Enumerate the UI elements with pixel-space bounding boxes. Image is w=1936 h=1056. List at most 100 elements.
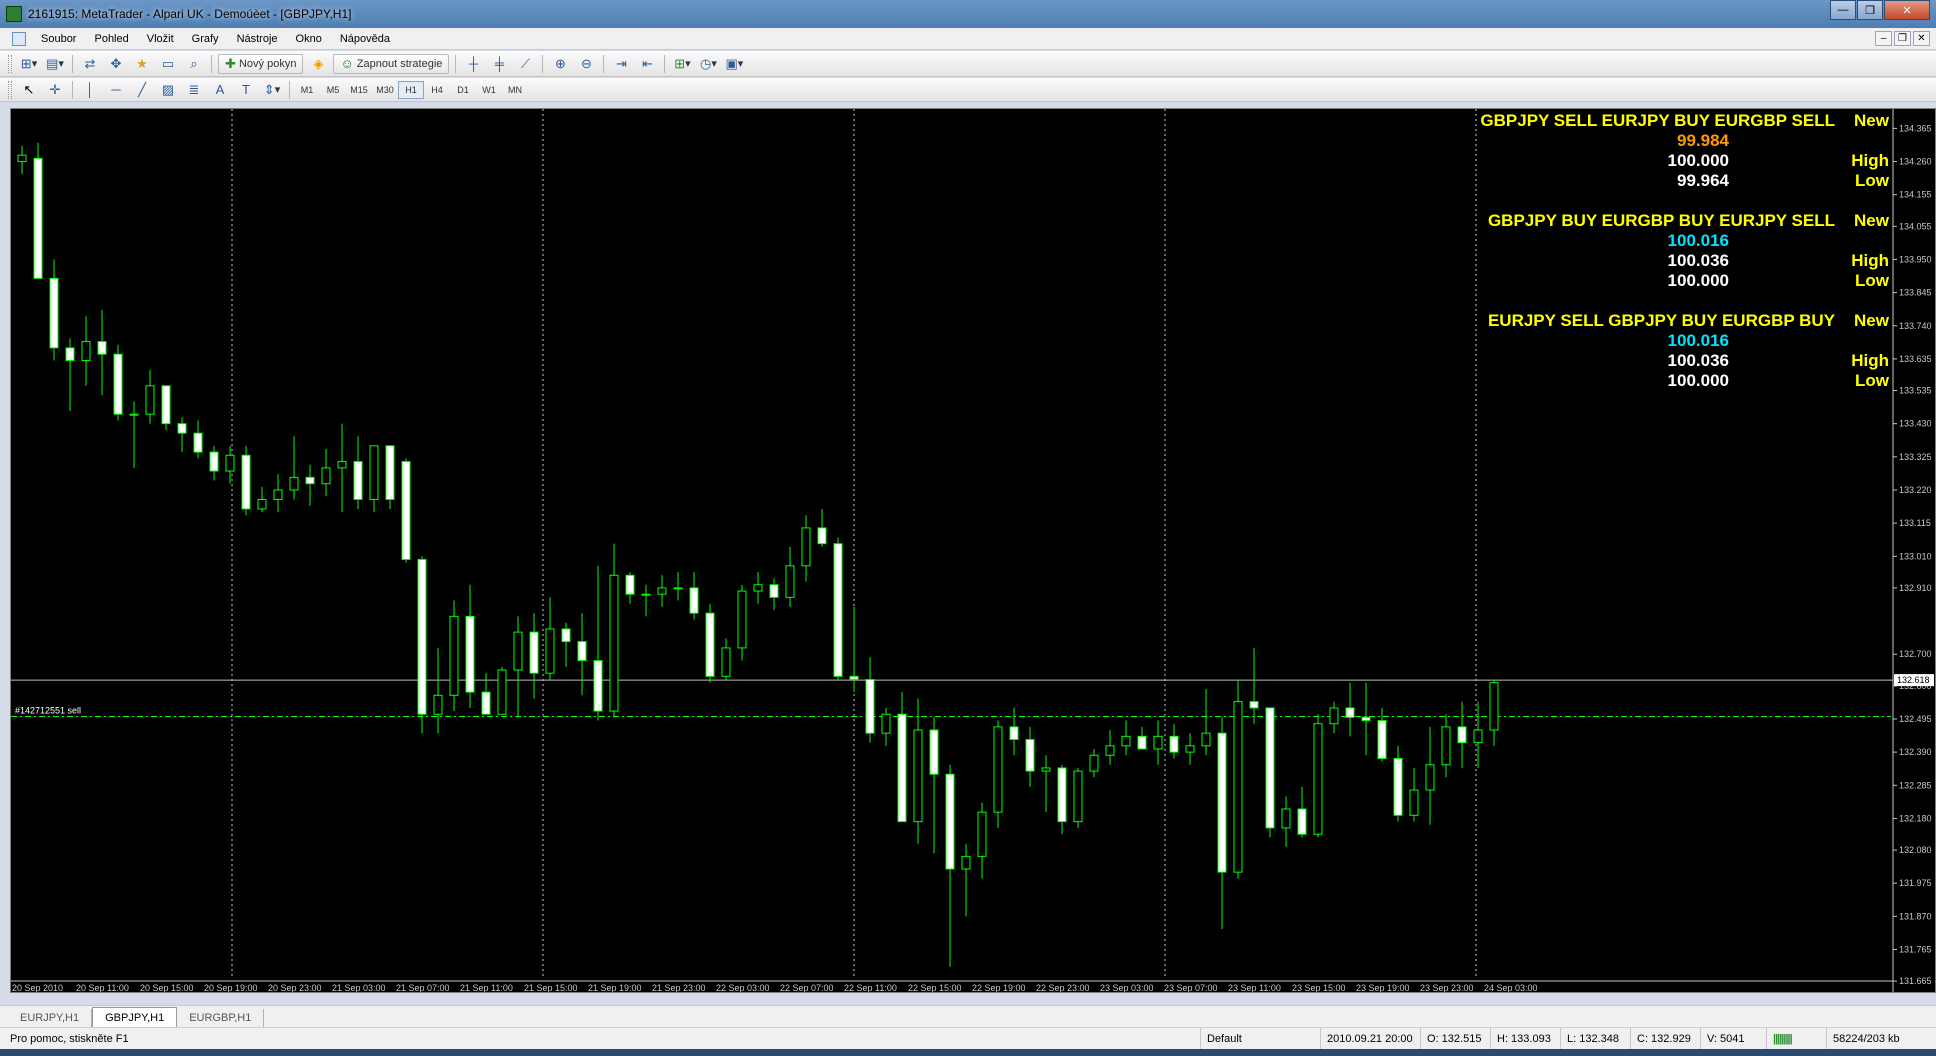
basket-1-current: 99.984 bbox=[1677, 131, 1729, 150]
time-tick-label: 20 Sep 15:00 bbox=[140, 983, 194, 992]
status-profile[interactable]: Default bbox=[1200, 1028, 1320, 1050]
new-order-button[interactable]: ✚ Nový pokyn bbox=[218, 53, 304, 74]
bull-candle bbox=[977, 811, 987, 857]
channel-icon: ▨ bbox=[161, 81, 175, 97]
crosshair-button[interactable]: ✛ bbox=[44, 80, 66, 100]
status-volume: V: 5041 bbox=[1700, 1028, 1766, 1050]
chart-area[interactable]: 134.365 134.260 134.155 134.055 133.950 133.8… bbox=[10, 108, 1936, 993]
menu-vlozit[interactable]: Vložit bbox=[138, 33, 183, 45]
chart-window-icon[interactable] bbox=[12, 31, 26, 46]
indicators-button[interactable]: ⊞ ▾ bbox=[671, 54, 693, 74]
bear-candle bbox=[705, 612, 715, 677]
status-open: O: 132.515 bbox=[1420, 1028, 1490, 1050]
horizontal-line-button[interactable]: ─ bbox=[105, 80, 127, 100]
timeframe-m1[interactable]: M1 bbox=[294, 81, 320, 99]
arrows-button[interactable]: ⇕ ▾ bbox=[261, 80, 283, 100]
mdi-minimize-button[interactable]: – bbox=[1875, 31, 1892, 46]
maximize-button[interactable]: ❐ bbox=[1857, 0, 1883, 20]
timeframe-w1[interactable]: W1 bbox=[476, 81, 502, 99]
candlestick-button[interactable]: ╪ bbox=[488, 54, 510, 74]
templates-button[interactable]: ▣ ▾ bbox=[723, 54, 745, 74]
market-watch-button[interactable]: ⇄ bbox=[79, 54, 101, 74]
zoom-in-button[interactable]: ⊕ bbox=[549, 54, 571, 74]
terminal-button[interactable]: ▭ bbox=[157, 54, 179, 74]
price-tick-label: 131.870 bbox=[1899, 911, 1932, 921]
bear-candle bbox=[817, 527, 827, 545]
tab-gbpjpy-h1[interactable]: GBPJPY,H1 bbox=[92, 1007, 178, 1027]
menu-okno[interactable]: Okno bbox=[287, 33, 331, 45]
minimize-button[interactable]: — bbox=[1830, 0, 1856, 20]
basket-3-high-label: High bbox=[1851, 351, 1889, 370]
bull-candle bbox=[1105, 745, 1115, 756]
vertical-line-button[interactable]: │ bbox=[79, 80, 101, 100]
bull-candle bbox=[753, 584, 763, 592]
toolbar-grip[interactable] bbox=[8, 80, 12, 99]
timeframe-h1[interactable]: H1 bbox=[398, 80, 424, 99]
bear-candle bbox=[1297, 808, 1307, 835]
menu-nastroje[interactable]: Nástroje bbox=[228, 33, 287, 45]
bar-chart-button[interactable]: ┼ bbox=[462, 54, 484, 74]
bear-candle bbox=[417, 558, 427, 715]
autoscroll-button[interactable]: ⇤ bbox=[636, 54, 658, 74]
bull-candle bbox=[1073, 770, 1083, 823]
metaeditor-button[interactable]: ◈ bbox=[307, 54, 329, 74]
chart-shift-button[interactable]: ⇥ bbox=[610, 54, 632, 74]
new-chart-button[interactable]: ⊞ ▾ bbox=[18, 54, 40, 74]
bear-candle bbox=[353, 461, 363, 500]
bull-candle bbox=[129, 413, 139, 416]
timeframe-h4[interactable]: H4 bbox=[424, 81, 450, 99]
profiles-button[interactable]: ▤ ▾ bbox=[44, 54, 66, 74]
bear-candle bbox=[193, 432, 203, 453]
bear-candle bbox=[561, 628, 571, 643]
periods-button[interactable]: ◷ ▾ bbox=[697, 54, 719, 74]
price-tick-label: 134.155 bbox=[1899, 190, 1932, 200]
zoom-out-button[interactable]: ⊖ bbox=[575, 54, 597, 74]
price-tick-label: 132.285 bbox=[1899, 780, 1932, 790]
timeframe-m30[interactable]: M30 bbox=[372, 81, 398, 99]
order-label: #142712551 sell bbox=[15, 705, 81, 715]
menu-napoveda[interactable]: Nápověda bbox=[331, 33, 399, 45]
bull-candle bbox=[273, 489, 283, 500]
time-tick-label: 23 Sep 03:00 bbox=[1100, 983, 1154, 992]
text-button[interactable]: A bbox=[209, 80, 231, 100]
menu-soubor[interactable]: Soubor bbox=[32, 33, 85, 45]
bull-candle bbox=[641, 593, 651, 596]
fibonacci-button[interactable]: ≣ bbox=[183, 80, 205, 100]
toolbar-separator bbox=[542, 54, 544, 73]
time-tick-label: 20 Sep 23:00 bbox=[268, 983, 322, 992]
timeframe-m15[interactable]: M15 bbox=[346, 81, 372, 99]
timeframe-mn[interactable]: MN bbox=[502, 81, 528, 99]
toolbar-grip[interactable] bbox=[8, 54, 12, 73]
tab-eurjpy-h1[interactable]: EURJPY,H1 bbox=[8, 1009, 93, 1027]
price-tick-label: 133.430 bbox=[1899, 419, 1932, 429]
bear-candle bbox=[577, 641, 587, 662]
bear-candle bbox=[1393, 757, 1403, 816]
mdi-close-button[interactable]: ✕ bbox=[1913, 31, 1930, 46]
tab-eurgbp-h1[interactable]: EURGBP,H1 bbox=[177, 1009, 265, 1027]
line-chart-button[interactable]: ⟋ bbox=[514, 54, 536, 74]
basket-2-high: 100.036 bbox=[1667, 251, 1729, 270]
menu-pohled[interactable]: Pohled bbox=[85, 33, 137, 45]
trendline-button[interactable]: ╱ bbox=[131, 80, 153, 100]
tester-button[interactable]: ⌕ bbox=[183, 54, 205, 74]
bear-candle bbox=[1009, 726, 1019, 740]
bull-candle bbox=[1041, 767, 1051, 772]
equidistant-channel-button[interactable]: ▨ bbox=[157, 80, 179, 100]
time-tick-label: 23 Sep 19:00 bbox=[1356, 983, 1410, 992]
status-datetime: 2010.09.21 20:00 bbox=[1320, 1028, 1420, 1050]
strategy-toggle-button[interactable]: ☺ Zapnout strategie bbox=[333, 53, 450, 74]
time-tick-label: 23 Sep 23:00 bbox=[1420, 983, 1474, 992]
text-label-button[interactable]: T bbox=[235, 80, 257, 100]
mdi-controls: – ❐ ✕ bbox=[1873, 31, 1930, 46]
timeframe-d1[interactable]: D1 bbox=[450, 81, 476, 99]
bull-candle bbox=[1121, 735, 1131, 747]
timeframe-m5[interactable]: M5 bbox=[320, 81, 346, 99]
navigator-button[interactable]: ✥ bbox=[105, 54, 127, 74]
chart-window[interactable]: 134.365 134.260 134.155 134.055 133.950 133.8… bbox=[10, 108, 1936, 993]
mdi-restore-button[interactable]: ❐ bbox=[1894, 31, 1911, 46]
cursor-button[interactable]: ↖ bbox=[18, 80, 40, 100]
time-tick-label: 21 Sep 23:00 bbox=[652, 983, 706, 992]
close-button[interactable]: ✕ bbox=[1884, 0, 1930, 20]
favorites-button[interactable]: ★ bbox=[131, 54, 153, 74]
menu-grafy[interactable]: Grafy bbox=[183, 33, 228, 45]
